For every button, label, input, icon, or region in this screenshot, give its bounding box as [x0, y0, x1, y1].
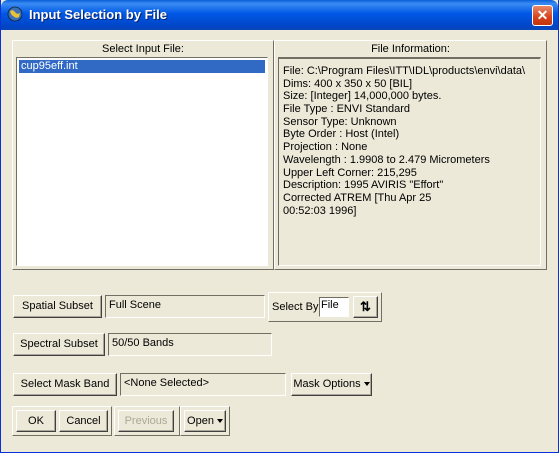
close-button[interactable]: ✕ — [532, 5, 553, 26]
spectral-subset-value: 50/50 Bands — [108, 333, 272, 356]
mask-options-label: Mask Options — [293, 378, 361, 390]
globe-icon — [7, 6, 23, 22]
title-bar[interactable]: Input Selection by File ✕ — [1, 0, 558, 30]
select-by-label: Select By — [272, 301, 319, 313]
file-info-title: File Information: — [371, 43, 450, 55]
previous-button[interactable]: Previous — [118, 410, 174, 432]
spatial-subset-button[interactable]: Spatial Subset — [13, 295, 102, 318]
select-input-panel: Select Input File: cup95eff.int — [12, 40, 274, 270]
file-info-line: File Type : ENVI Standard — [283, 103, 410, 116]
select-by-value[interactable]: File — [319, 297, 349, 317]
file-info-line: Byte Order : Host (Intel) — [283, 128, 400, 141]
file-info-line: Size: [Integer] 14,000,000 bytes. — [283, 90, 442, 103]
select-by-group: Select By File ⇅ — [268, 292, 382, 322]
select-mask-band-button[interactable]: Select Mask Band — [13, 373, 117, 396]
sort-toggle-icon[interactable]: ⇅ — [353, 296, 378, 318]
dialog-window: Input Selection by File ✕ Select Input F… — [0, 0, 559, 453]
file-info-line: Dims: 400 x 350 x 50 [BIL] — [283, 77, 413, 90]
spatial-subset-row: Spatial Subset Full Scene — [12, 292, 268, 322]
file-info-line: Projection : None — [283, 141, 368, 154]
file-info-text: File: C:\Program Files\ITT\IDL\products\… — [278, 57, 541, 266]
open-group: Open — [180, 406, 230, 436]
file-info-line: Sensor Type: Unknown — [283, 115, 397, 128]
mask-row: Select Mask Band <None Selected> Mask Op… — [12, 370, 374, 400]
file-list[interactable]: cup95eff.int — [16, 57, 268, 266]
chevron-down-icon — [363, 382, 370, 387]
file-info-line: Description: 1995 AVIRIS "Effort" — [283, 179, 444, 192]
file-info-line: 00:52:03 1996] — [283, 204, 357, 217]
file-info-line: File: C:\Program Files\ITT\IDL\products\… — [283, 65, 526, 77]
ok-button[interactable]: OK — [16, 410, 56, 432]
window-title: Input Selection by File — [29, 7, 167, 22]
file-list-item[interactable]: cup95eff.int — [19, 60, 265, 73]
spatial-subset-value: Full Scene — [105, 295, 265, 318]
ok-cancel-group: OK Cancel — [12, 406, 112, 436]
cancel-button[interactable]: Cancel — [59, 410, 108, 432]
dialog-client: Select Input File: cup95eff.int File Inf… — [5, 31, 554, 449]
open-label: Open — [187, 415, 214, 427]
chevron-down-icon — [216, 419, 223, 424]
select-input-title: Select Input File: — [102, 43, 184, 55]
spectral-subset-row: Spectral Subset 50/50 Bands — [12, 330, 274, 360]
file-info-line: Wavelength : 1.9908 to 2.479 Micrometers — [283, 153, 490, 166]
file-info-panel: File Information: File: C:\Program Files… — [274, 40, 547, 270]
open-button[interactable]: Open — [184, 410, 226, 432]
file-info-line: Upper Left Corner: 215,295 — [283, 166, 417, 179]
spectral-subset-button[interactable]: Spectral Subset — [13, 333, 105, 356]
file-info-line: Corrected ATREM [Thu Apr 25 — [283, 191, 432, 204]
mask-band-value: <None Selected> — [120, 373, 286, 396]
mask-options-button[interactable]: Mask Options — [291, 373, 372, 396]
previous-group: Previous — [114, 406, 180, 436]
